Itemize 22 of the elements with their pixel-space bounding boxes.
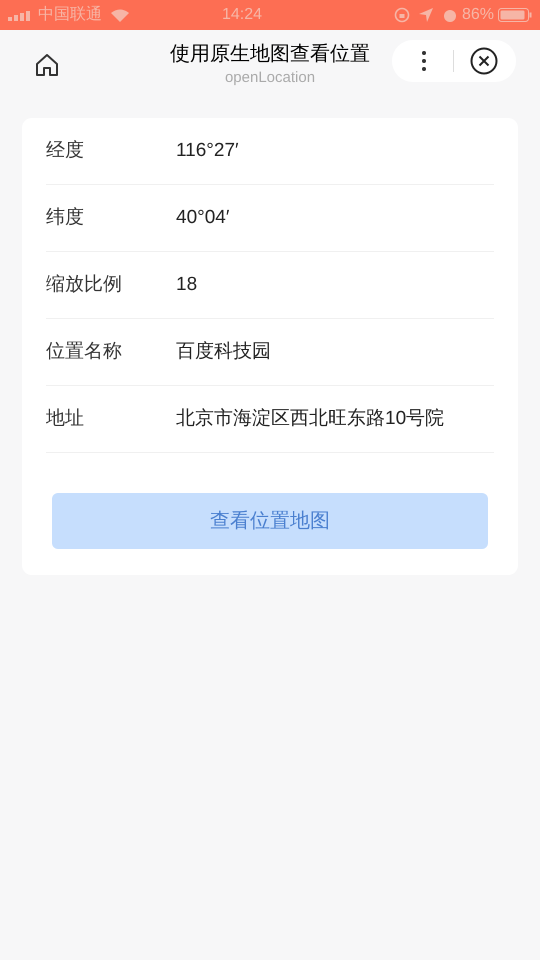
field-value: 116°27′ bbox=[176, 138, 239, 163]
page-title: 使用原生地图查看位置 bbox=[170, 42, 370, 67]
page-subtitle: openLocation bbox=[224, 68, 316, 88]
carrier-name: 中国联通 bbox=[38, 4, 102, 25]
field-label: 地址 bbox=[46, 406, 85, 431]
field-label: 缩放比例 bbox=[46, 272, 123, 297]
location-arrow-icon bbox=[418, 7, 434, 23]
field-value: 百度科技园 bbox=[176, 340, 271, 364]
wifi-icon bbox=[110, 8, 130, 22]
battery-icon bbox=[498, 8, 532, 22]
close-icon[interactable] bbox=[470, 47, 498, 75]
field-label: 纬度 bbox=[46, 206, 85, 230]
field-value: 40°04′ bbox=[176, 206, 230, 230]
battery-percent: 86% bbox=[462, 5, 494, 25]
field-value: 北京市海淀区西北旺东路10号院 bbox=[176, 406, 444, 431]
more-icon[interactable] bbox=[422, 50, 426, 72]
field-value: 18 bbox=[176, 272, 198, 297]
clock-time: 14:24 bbox=[220, 5, 263, 25]
home-icon[interactable] bbox=[34, 52, 60, 78]
lock-rotation-icon bbox=[394, 7, 410, 23]
field-label: 经度 bbox=[46, 138, 85, 163]
field-label: 位置名称 bbox=[46, 340, 123, 364]
